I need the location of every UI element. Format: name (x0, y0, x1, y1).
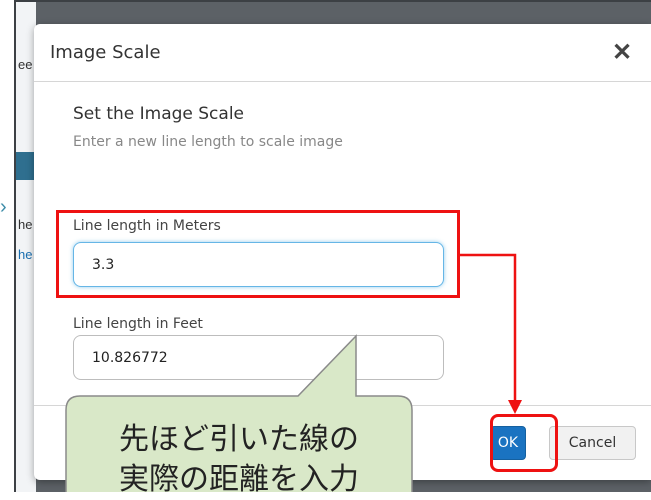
feet-label: Line length in Feet (73, 316, 203, 332)
background-panel: ee he he (16, 2, 36, 492)
chevron-right-icon: › (0, 196, 7, 218)
dialog-header: Image Scale ✕ (34, 24, 651, 82)
section-subheading: Enter a new line length to scale image (73, 134, 343, 150)
section-heading: Set the Image Scale (73, 104, 245, 124)
cancel-button[interactable]: Cancel (549, 426, 636, 460)
ok-button-highlight (490, 414, 558, 472)
callout-line: 実際の距離を入力 (119, 462, 359, 497)
background-text: ee (18, 57, 33, 72)
close-icon[interactable]: ✕ (612, 38, 632, 67)
footer-divider (34, 405, 651, 406)
callout-text: 先ほど引いた線の 実際の距離を入力 (66, 420, 412, 500)
callout-line: 先ほど引いた線の (119, 422, 359, 457)
meters-field-highlight (56, 210, 460, 298)
background-band (16, 152, 36, 180)
background-link: he (18, 247, 33, 262)
background-text: he (18, 217, 33, 232)
feet-input[interactable] (73, 335, 444, 380)
dialog-title: Image Scale (50, 42, 161, 63)
